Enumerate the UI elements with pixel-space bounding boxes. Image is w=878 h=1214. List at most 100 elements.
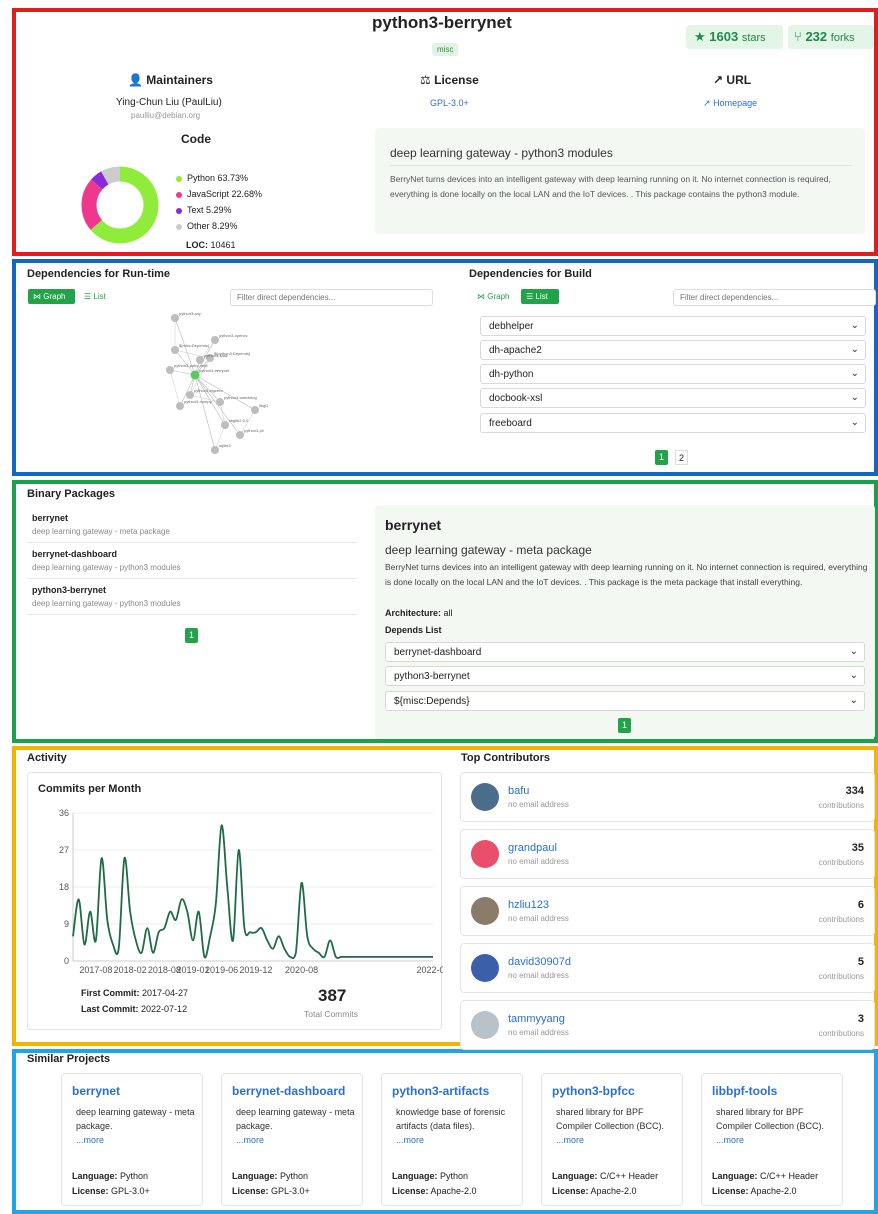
runtime-graph-toggle[interactable]: ⋈ Graph — [28, 289, 75, 304]
graph-node[interactable] — [211, 446, 219, 454]
build-page-1[interactable]: 1 — [655, 450, 668, 465]
graph-node-label: python3-pil — [244, 428, 264, 433]
graph-node[interactable] — [171, 314, 179, 322]
contributor-card[interactable]: tammyyang no email address 3 contributions — [460, 1000, 875, 1050]
license-heading: ⚖ License — [420, 73, 479, 87]
chevron-down-icon: ⌄ — [849, 646, 858, 657]
contribution-label: contributions — [818, 972, 864, 981]
graph-node[interactable] — [216, 398, 224, 406]
similar-project-title[interactable]: berrynet-dashboard — [232, 1084, 345, 1098]
binary-package-item[interactable]: berrynet-dashboard deep learning gateway… — [27, 543, 357, 579]
license-link[interactable]: GPL-3.0+ — [430, 98, 469, 108]
graph-node-label: python3:any — [179, 311, 201, 316]
build-list-toggle[interactable]: ☰ List — [521, 289, 559, 304]
avatar[interactable] — [471, 897, 499, 925]
similar-project-desc: shared library for BPF Compiler Collecti… — [556, 1105, 676, 1147]
similar-project-title[interactable]: python3-bpfcc — [552, 1084, 635, 1098]
similar-project-desc: shared library for BPF Compiler Collecti… — [716, 1105, 836, 1147]
contributor-name[interactable]: david30907d — [508, 956, 571, 968]
more-link[interactable]: ...more — [396, 1135, 424, 1145]
binary-package-item[interactable]: berrynet deep learning gateway - meta pa… — [27, 507, 357, 543]
legend-item-python: Python 63.73% — [176, 170, 262, 186]
homepage-link[interactable]: ↗ Homepage — [703, 98, 757, 109]
depends-select-python3-berrynet[interactable]: python3-berrynet ⌄ — [385, 666, 865, 686]
graph-node[interactable] — [251, 406, 259, 414]
runtime-filter-input[interactable] — [230, 289, 433, 306]
contributor-card[interactable]: david30907d no email address 5 contribution… — [460, 943, 875, 993]
avatar[interactable] — [471, 840, 499, 868]
similar-project-card[interactable]: libbpf-tools shared library for BPF Compi… — [701, 1073, 843, 1206]
description-title: deep learning gateway - python3 modules — [390, 146, 613, 160]
maintainer-email: paulliu@debian.org — [131, 111, 201, 120]
depends-page-1[interactable]: 1 — [618, 718, 631, 733]
category-badge[interactable]: misc — [432, 43, 459, 56]
similar-project-language: Language: Python — [232, 1171, 309, 1181]
similar-project-title[interactable]: berrynet — [72, 1084, 120, 1098]
avatar[interactable] — [471, 954, 499, 982]
similar-project-desc-text: knowledge base of forensic artifacts (da… — [396, 1107, 506, 1131]
contributor-name[interactable]: hzliu123 — [508, 899, 549, 911]
similar-project-card[interactable]: berrynet-dashboard deep learning gateway … — [221, 1073, 363, 1206]
forks-badge[interactable]: ⑂ 232 forks — [788, 25, 874, 49]
similar-project-card[interactable]: python3-artifacts knowledge base of foren… — [381, 1073, 523, 1206]
contributor-card[interactable]: hzliu123 no email address 6 contributions — [460, 886, 875, 936]
y-tick-label: 9 — [64, 919, 69, 929]
x-tick-label: 2022-07 — [416, 965, 443, 975]
graph-node[interactable] — [171, 346, 179, 354]
more-link[interactable]: ...more — [236, 1135, 264, 1145]
build-dep-select-debhelper[interactable]: debhelper ⌄ — [480, 316, 866, 336]
graph-node[interactable] — [236, 431, 244, 439]
more-link[interactable]: ...more — [76, 1135, 104, 1145]
runtime-dependency-graph[interactable]: python3:any python3-berrynet python3-openc… — [115, 310, 285, 460]
stars-badge[interactable]: ★ 1603 stars — [686, 25, 783, 49]
more-link[interactable]: ...more — [556, 1135, 584, 1145]
contribution-count: 3 — [857, 1013, 864, 1025]
similar-project-title[interactable]: python3-artifacts — [392, 1084, 489, 1098]
architecture-row: Architecture: all — [385, 608, 453, 618]
legend-dot — [176, 191, 182, 198]
more-link[interactable]: ...more — [716, 1135, 744, 1145]
avatar[interactable] — [471, 1011, 499, 1039]
depends-select-misc-depends[interactable]: ${misc:Depends} ⌄ — [385, 691, 865, 711]
build-graph-toggle[interactable]: ⋈ Graph — [477, 292, 509, 301]
graph-node[interactable] — [221, 421, 229, 429]
legend-label: Other 8.29% — [187, 221, 238, 231]
y-tick-label: 36 — [59, 808, 69, 818]
y-tick-label: 0 — [64, 956, 69, 966]
graph-node[interactable] — [211, 336, 219, 344]
build-filter-input[interactable] — [673, 289, 876, 306]
contributor-card[interactable]: grandpaul no email address 35 contributions — [460, 829, 875, 879]
build-dep-select-dh-apache2[interactable]: dh-apache2 ⌄ — [480, 340, 866, 360]
runtime-list-toggle[interactable]: ☰ List — [84, 292, 106, 301]
graph-node[interactable] — [196, 356, 204, 364]
external-link-icon: ↗ — [713, 73, 724, 87]
contributor-email: no email address — [508, 1028, 569, 1037]
graph-node[interactable] — [176, 402, 184, 410]
binary-page-1[interactable]: 1 — [185, 628, 198, 643]
contributor-name[interactable]: grandpaul — [508, 842, 557, 854]
contributor-name[interactable]: tammyyang — [508, 1013, 565, 1025]
x-tick-label: 2017-08 — [79, 965, 112, 975]
graph-node[interactable] — [166, 366, 174, 374]
build-page-2[interactable]: 2 — [675, 450, 688, 465]
similar-project-title[interactable]: libbpf-tools — [712, 1084, 777, 1098]
binary-detail-subtitle: deep learning gateway - meta package — [385, 543, 592, 557]
contribution-label: contributions — [818, 858, 864, 867]
build-dep-select-dh-python[interactable]: dh-python ⌄ — [480, 364, 866, 384]
chevron-down-icon: ⌄ — [850, 417, 859, 428]
chevron-down-icon: ⌄ — [850, 368, 859, 379]
contributor-card[interactable]: bafu no email address 334 contributions — [460, 772, 875, 822]
avatar[interactable] — [471, 783, 499, 811]
build-heading: Dependencies for Build — [469, 268, 592, 280]
contribution-count: 35 — [851, 842, 864, 854]
binary-package-item[interactable]: python3-berrynet deep learning gateway -… — [27, 579, 357, 615]
contributor-name[interactable]: bafu — [508, 785, 529, 797]
graph-node[interactable] — [186, 391, 194, 399]
similar-project-card[interactable]: python3-bpfcc shared library for BPF Comp… — [541, 1073, 683, 1206]
similar-project-card[interactable]: berrynet deep learning gateway - meta pac… — [61, 1073, 203, 1206]
legend-label: JavaScript 22.68% — [187, 189, 263, 199]
build-dep-select-freeboard[interactable]: freeboard ⌄ — [480, 413, 866, 433]
depends-select-berrynet-dashboard[interactable]: berrynet-dashboard ⌄ — [385, 642, 865, 662]
similar-project-desc-text: shared library for BPF Compiler Collecti… — [556, 1107, 665, 1131]
build-dep-select-docbook-xsl[interactable]: docbook-xsl ⌄ — [480, 388, 866, 408]
